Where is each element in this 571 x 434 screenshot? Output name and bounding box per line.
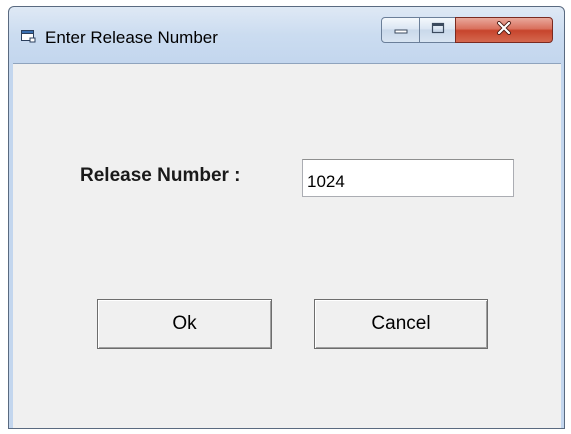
minimize-button[interactable] [381, 17, 420, 43]
ok-button[interactable]: Ok [97, 299, 272, 349]
title-bar[interactable]: Enter Release Number [9, 7, 564, 63]
dialog-app-icon[interactable] [21, 29, 37, 43]
maximize-button[interactable] [419, 17, 456, 43]
cancel-button[interactable]: Cancel [314, 299, 488, 349]
release-number-label: Release Number : [80, 165, 241, 186]
minimize-icon [394, 21, 408, 39]
close-icon [496, 20, 512, 40]
maximize-icon [431, 21, 445, 39]
release-number-input[interactable] [302, 159, 514, 197]
close-button[interactable] [455, 17, 553, 43]
window-title: Enter Release Number [45, 28, 218, 47]
dialog-client-area: Release Number : Ok Cancel [13, 63, 561, 428]
dialog-window: Enter Release Number Release Number: 10… [8, 6, 565, 429]
